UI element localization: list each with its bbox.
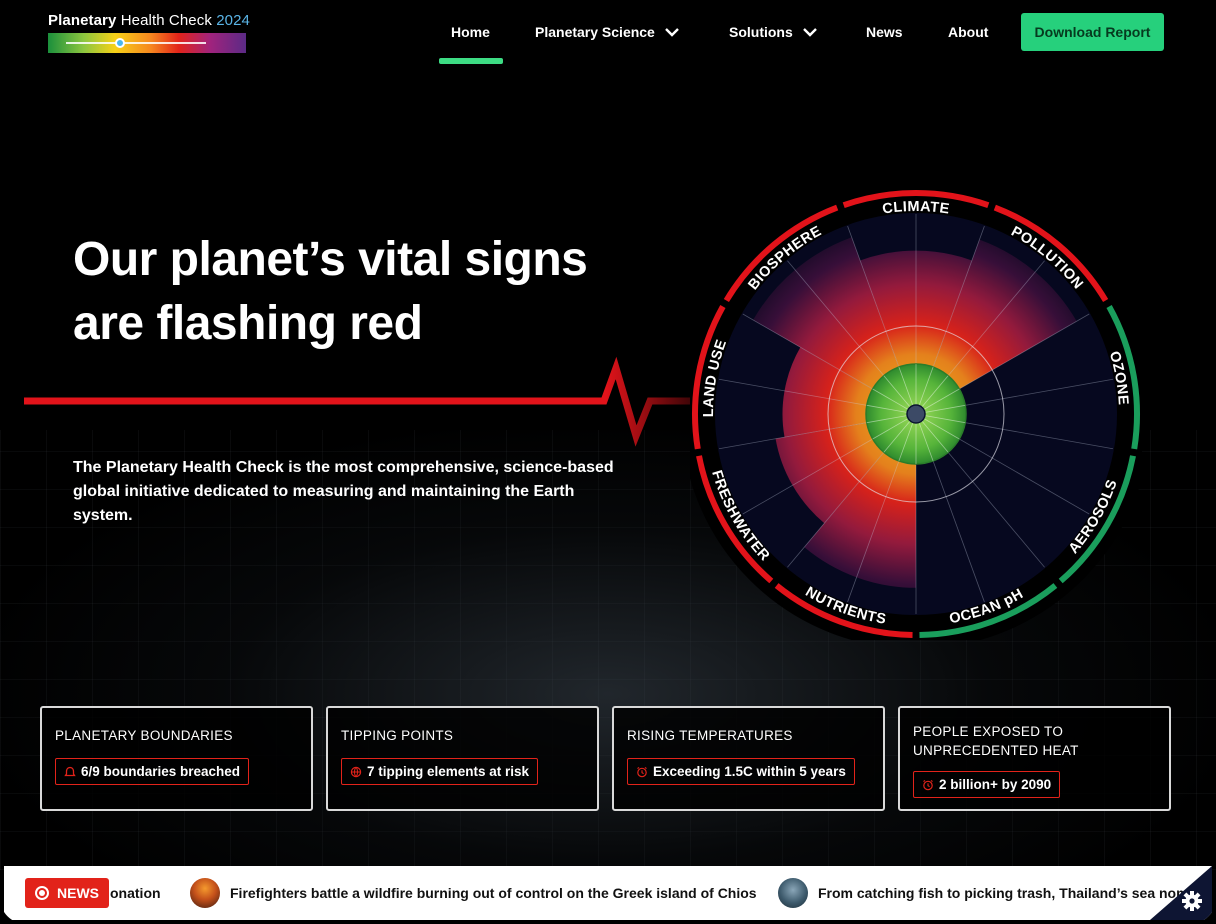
- ticker-thumbnail: [190, 878, 220, 908]
- nav-planetary-science[interactable]: Planetary Science: [535, 24, 679, 40]
- nav-solutions-label: Solutions: [729, 24, 793, 40]
- nav-about-label: About: [948, 24, 989, 40]
- stat-badge: 2 billion+ by 2090: [913, 771, 1061, 798]
- stat-badge: Exceeding 1.5C within 5 years: [627, 758, 855, 785]
- alarm-icon: [64, 766, 76, 776]
- card-title: TIPPING POINTS: [341, 728, 454, 743]
- nav-about[interactable]: About: [948, 24, 988, 40]
- card-title: PLANETARY BOUNDARIES: [55, 728, 233, 743]
- ticker-thumbnail: [778, 878, 808, 908]
- stat-card-people-exposed-heat[interactable]: PEOPLE EXPOSED TO UNPRECEDENTED HEAT 2 b…: [898, 706, 1171, 811]
- cookie-settings-button[interactable]: [1150, 866, 1212, 920]
- ticker-item-text: onation: [110, 885, 161, 901]
- main-nav: Home Planetary Science Solutions News Ab…: [0, 0, 1216, 64]
- ticker-item-text: Firefighters battle a wildfire burning o…: [230, 885, 757, 901]
- globe-icon: [350, 766, 362, 777]
- news-live-badge: NEWS: [25, 878, 109, 908]
- nav-home[interactable]: Home: [451, 24, 490, 40]
- stat-badge-text: 7 tipping elements at risk: [367, 764, 530, 779]
- stat-badge-text: 2 billion+ by 2090: [939, 777, 1052, 792]
- stat-card-planetary-boundaries[interactable]: PLANETARY BOUNDARIES 6/9 boundaries brea…: [40, 706, 313, 811]
- news-badge-label: NEWS: [57, 885, 99, 901]
- stat-badge: 7 tipping elements at risk: [341, 758, 539, 785]
- page-frame: Planetary Health Check 2024 Home Planeta…: [0, 0, 1216, 924]
- gear-icon: [1182, 891, 1202, 911]
- ticker-item[interactable]: Firefighters battle a wildfire burning o…: [190, 866, 757, 920]
- live-record-icon: [35, 886, 49, 900]
- stat-card-rising-temperatures[interactable]: RISING TEMPERATURES Exceeding 1.5C withi…: [612, 706, 885, 811]
- planetary-boundaries-wheel[interactable]: CLIMATEPOLLUTIONOZONEAEROSOLSOCEAN pHNUT…: [690, 188, 1142, 640]
- news-ticker[interactable]: onation Firefighters battle a wildfire b…: [4, 866, 1212, 920]
- nav-home-label: Home: [451, 24, 490, 40]
- nav-news[interactable]: News: [866, 24, 903, 40]
- nav-news-label: News: [866, 24, 903, 40]
- nav-planetary-science-label: Planetary Science: [535, 24, 655, 40]
- card-title: RISING TEMPERATURES: [627, 728, 793, 743]
- ticker-item[interactable]: From catching fish to picking trash, Tha…: [778, 866, 1189, 920]
- active-nav-indicator: [439, 58, 503, 64]
- ticker-item[interactable]: onation: [110, 866, 161, 920]
- chevron-down-icon: [802, 28, 817, 37]
- ticker-item-text: From catching fish to picking trash, Tha…: [818, 885, 1189, 901]
- stat-badge: 6/9 boundaries breached: [55, 758, 250, 785]
- stat-badge-text: Exceeding 1.5C within 5 years: [653, 764, 846, 779]
- hero-headline-line1: Our planet’s vital signs: [73, 233, 588, 286]
- hero-headline: Our planet’s vital signs are flashing re…: [73, 228, 653, 356]
- nav-solutions[interactable]: Solutions: [729, 24, 817, 40]
- card-title: PEOPLE EXPOSED TO UNPRECEDENTED HEAT: [913, 724, 1079, 758]
- hero-headline-line2: are flashing red: [73, 297, 423, 350]
- alarm-clock-icon: [637, 766, 647, 777]
- chevron-down-icon: [665, 28, 679, 37]
- live-record-dot: [39, 890, 45, 896]
- stat-card-tipping-points[interactable]: TIPPING POINTS 7 tipping elements at ris…: [326, 706, 599, 811]
- heartbeat-line-icon: [24, 356, 700, 447]
- stat-badge-text: 6/9 boundaries breached: [81, 764, 241, 779]
- alarm-clock-icon: [923, 779, 933, 790]
- download-report-button[interactable]: Download Report: [1021, 13, 1164, 51]
- hero-subtext: The Planetary Health Check is the most c…: [73, 459, 614, 524]
